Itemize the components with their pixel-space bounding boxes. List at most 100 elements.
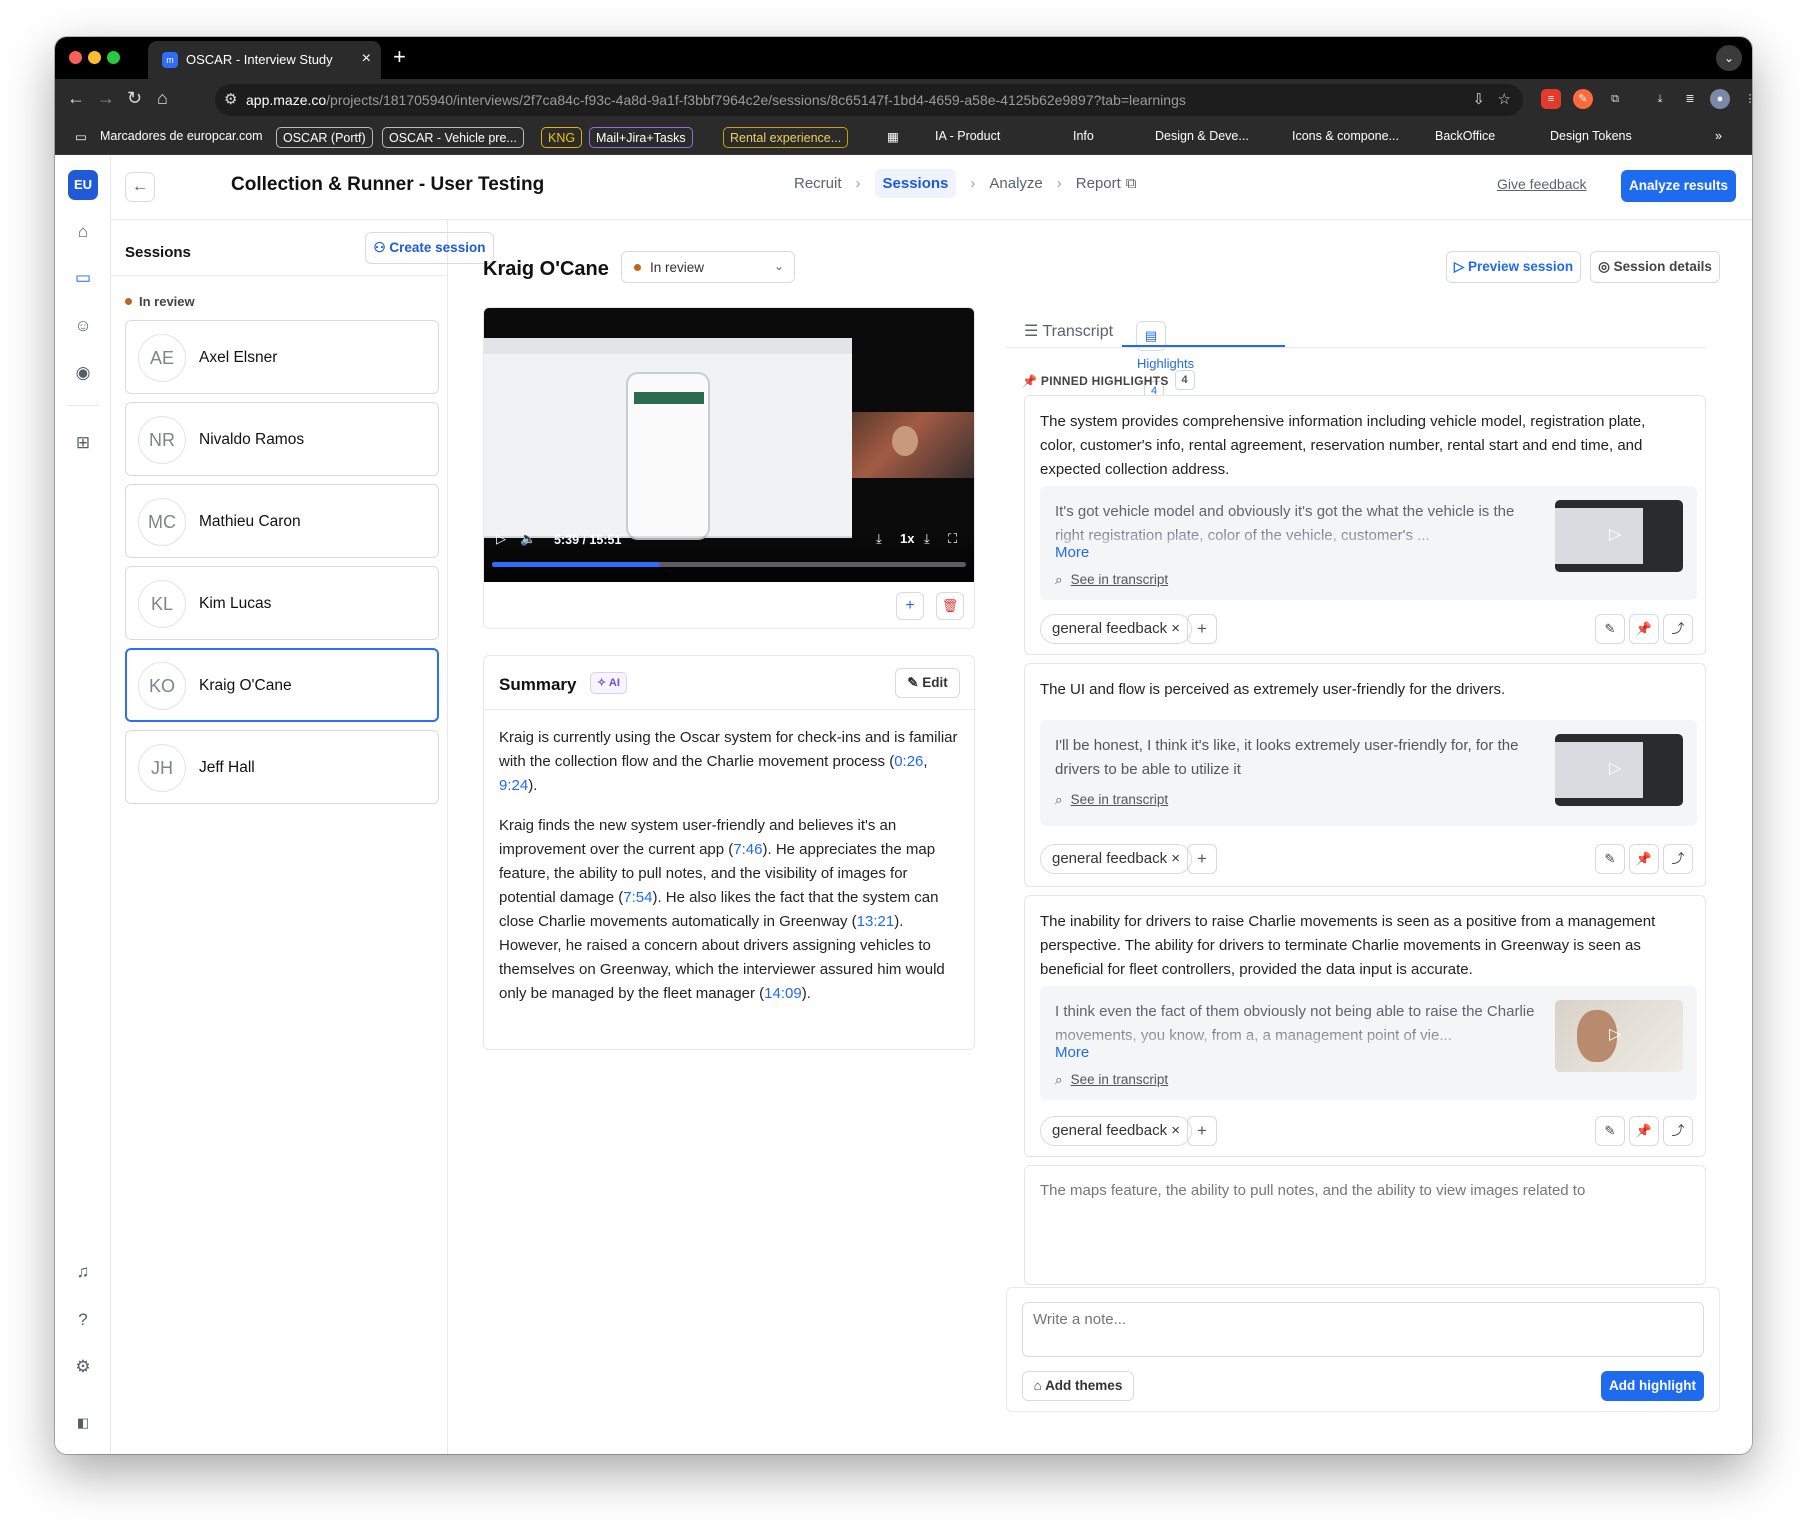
tab-transcript[interactable]: ☰ Transcript (1024, 321, 1113, 341)
profile-avatar[interactable]: ● (1710, 89, 1730, 109)
bookmark-item[interactable]: Marcadores de europcar.com (100, 129, 263, 143)
clip-thumbnail[interactable]: ▷ (1555, 734, 1683, 806)
add-tag-button[interactable]: + (1187, 1116, 1217, 1146)
help-icon[interactable]: ? (70, 1307, 96, 1333)
add-themes-button[interactable]: ⌂ Add themes (1022, 1371, 1134, 1401)
bookmark-item[interactable]: OSCAR - Vehicle pre... (382, 127, 524, 148)
back-icon[interactable]: ← (67, 88, 85, 109)
extension-orange-icon[interactable]: ✎ (1573, 89, 1593, 109)
create-session-button[interactable]: ⚇ Create session (365, 232, 494, 264)
session-card[interactable]: MC Mathieu Caron (125, 484, 439, 558)
bookmark-item[interactable]: Rental experience... (723, 127, 849, 148)
play-icon[interactable]: ▷ (496, 531, 506, 547)
timestamp-link[interactable]: 0:26 (894, 753, 923, 770)
more-link[interactable]: More (1055, 544, 1089, 561)
install-app-icon[interactable]: ⇩ (1472, 90, 1485, 108)
share-highlight-button[interactable]: ⤴ (1663, 844, 1693, 874)
home-icon[interactable]: ⌂ (157, 88, 168, 109)
step-analyze[interactable]: Analyze (989, 175, 1042, 192)
more-bookmarks-icon[interactable]: » (1715, 129, 1722, 143)
bookmark-item[interactable]: KNG (541, 127, 583, 148)
timestamp-link[interactable]: 14:09 (764, 985, 802, 1002)
more-link[interactable]: More (1055, 1044, 1089, 1061)
analyze-results-button[interactable]: Analyze results (1621, 170, 1736, 202)
theme-tag[interactable]: general feedback × (1040, 844, 1193, 874)
session-card[interactable]: NR Nivaldo Ramos (125, 402, 439, 476)
participants-icon[interactable]: ◉ (70, 360, 96, 386)
step-report[interactable]: Report (1076, 175, 1121, 192)
share-highlight-button[interactable]: ⤴ (1663, 614, 1693, 644)
edit-highlight-button[interactable]: ✎ (1595, 844, 1625, 874)
remove-tag-icon[interactable]: × (1171, 1122, 1180, 1139)
timestamp-link[interactable]: 7:54 (623, 889, 652, 906)
bookmark-item[interactable]: Design & Deve... (1155, 129, 1249, 143)
playback-speed[interactable]: 1x (900, 531, 914, 546)
bookmark-item[interactable]: Mail+Jira+Tasks (589, 127, 693, 148)
minimize-window-icon[interactable] (88, 51, 101, 64)
share-highlight-button[interactable]: ⤴ (1663, 1116, 1693, 1146)
home-nav-icon[interactable]: ⌂ (70, 219, 96, 245)
close-window-icon[interactable] (69, 51, 82, 64)
collapse-sidebar-icon[interactable]: ◧ (70, 1410, 96, 1436)
bookmark-star-icon[interactable]: ☆ (1498, 90, 1511, 108)
pin-highlight-button[interactable]: 📌 (1629, 844, 1659, 874)
volume-icon[interactable]: 🔈 (520, 531, 536, 547)
theme-tag[interactable]: general feedback × (1040, 1116, 1193, 1146)
timestamp-link[interactable]: 9:24 (499, 777, 528, 794)
preview-session-button[interactable]: ▷ Preview session (1446, 251, 1581, 283)
bookmark-item[interactable]: BackOffice (1435, 129, 1495, 143)
integrations-grid-icon[interactable]: ⊞ (70, 430, 96, 456)
workspace-avatar[interactable]: EU (68, 170, 98, 200)
clip-thumbnail[interactable]: ▷ (1555, 500, 1683, 572)
see-in-transcript-link[interactable]: ⌕ See in transcript (1055, 1072, 1168, 1088)
extensions-icon[interactable]: ⧉ (1605, 89, 1625, 109)
theme-tag[interactable]: general feedback × (1040, 614, 1193, 644)
bookmark-item[interactable]: Info (1073, 129, 1094, 143)
downloads-icon[interactable]: ⤓ (1650, 89, 1670, 109)
session-details-button[interactable]: ◎ Session details (1590, 251, 1720, 283)
maximize-window-icon[interactable] (107, 51, 120, 64)
clip-thumbnail[interactable]: ▷ (1555, 1000, 1683, 1072)
add-highlight-button[interactable]: Add highlight (1601, 1371, 1704, 1401)
timestamp-link[interactable]: 7:46 (733, 841, 762, 858)
pin-highlight-button[interactable]: 📌 (1629, 614, 1659, 644)
session-card[interactable]: KL Kim Lucas (125, 566, 439, 640)
download-clip-icon[interactable]: ⤓ (924, 531, 930, 547)
bookmark-item[interactable]: Icons & compone... (1292, 129, 1399, 143)
bookmark-item[interactable]: OSCAR (Portf) (276, 127, 373, 148)
tab-search-icon[interactable]: ⌄ (1716, 45, 1742, 71)
add-clip-button[interactable]: + (896, 592, 924, 620)
add-tag-button[interactable]: + (1187, 844, 1217, 874)
new-tab-icon[interactable]: + (393, 44, 406, 70)
reading-list-icon[interactable]: ≣ (1680, 89, 1700, 109)
projects-folder-icon[interactable]: ▭ (70, 265, 96, 291)
session-card[interactable]: AE Axel Elsner (125, 320, 439, 394)
see-in-transcript-link[interactable]: ⌕ See in transcript (1055, 792, 1168, 808)
extension-todoist-icon[interactable]: ≡ (1541, 89, 1561, 109)
panel-contacts-icon[interactable]: ☺ (70, 313, 96, 339)
reload-icon[interactable]: ↻ (127, 88, 142, 109)
timestamp-link[interactable]: 13:21 (857, 913, 895, 930)
add-tag-button[interactable]: + (1187, 614, 1217, 644)
download-icon[interactable]: ⤓ (876, 531, 882, 547)
remove-tag-icon[interactable]: × (1171, 850, 1180, 867)
give-feedback-link[interactable]: Give feedback (1497, 176, 1587, 192)
remove-tag-icon[interactable]: × (1171, 620, 1180, 637)
site-info-icon[interactable]: ⚙ (224, 90, 237, 108)
notifications-bell-icon[interactable]: ♫ (70, 1259, 96, 1285)
close-tab-icon[interactable]: × (362, 50, 371, 68)
settings-gear-icon[interactable]: ⚙ (70, 1354, 96, 1380)
video-progress-bar[interactable] (492, 562, 966, 567)
edit-highlight-button[interactable]: ✎ (1595, 1116, 1625, 1146)
step-recruit[interactable]: Recruit (794, 175, 842, 192)
see-in-transcript-link[interactable]: ⌕ See in transcript (1055, 572, 1168, 588)
bookmark-item[interactable]: IA - Product (935, 129, 1000, 143)
status-dropdown[interactable]: In review ⌄ (621, 251, 795, 283)
fullscreen-icon[interactable]: ⛶ (948, 531, 957, 547)
delete-clip-button[interactable]: 🗑 (936, 592, 964, 620)
session-card[interactable]: JH Jeff Hall (125, 730, 439, 804)
address-bar[interactable]: ⚙ app.maze.co/projects/181705940/intervi… (215, 84, 1523, 116)
note-input[interactable] (1022, 1302, 1704, 1357)
browser-menu-icon[interactable]: ⋮ (1740, 89, 1753, 109)
apps-grid-icon[interactable]: ▦ (887, 129, 899, 144)
